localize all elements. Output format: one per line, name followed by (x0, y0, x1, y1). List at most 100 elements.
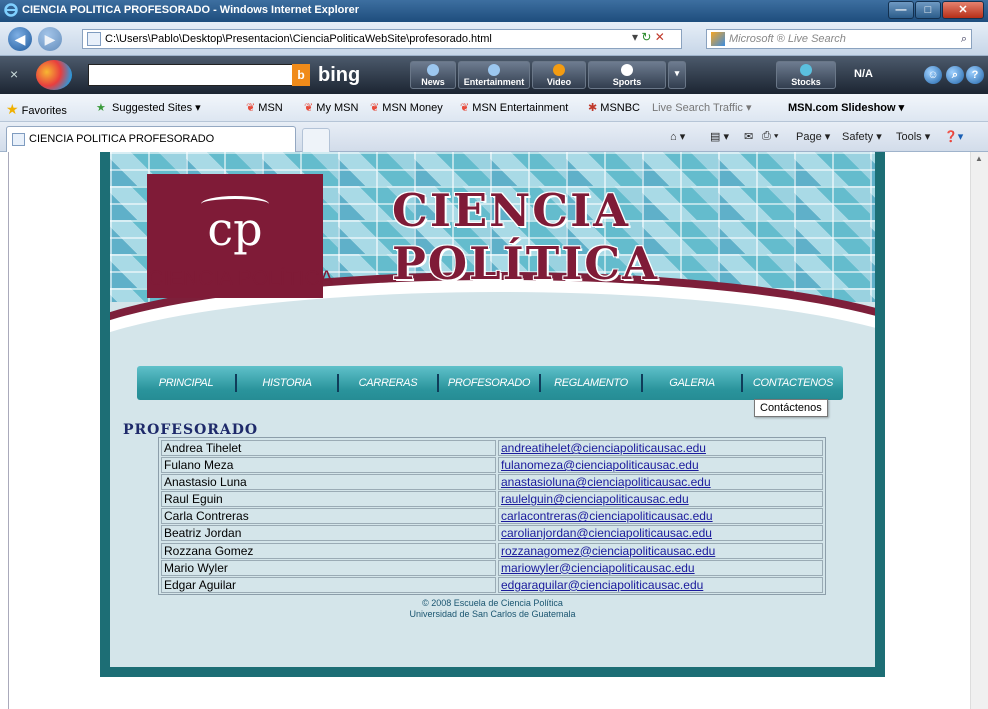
professor-name: Carla Contreras (161, 508, 496, 525)
tab-bar: CIENCIA POLITICA PROFESORADO ⌂ ▾ ▤ ▾ ✉ ⎙… (0, 122, 988, 152)
banner-title: CIENCIA POLÍTICA (392, 184, 659, 290)
vertical-scrollbar[interactable]: ▲ (970, 152, 988, 709)
msn-link[interactable]: ❦ MSN (246, 101, 283, 114)
live-search-input[interactable]: Microsoft ® Live Search ⌕ (706, 29, 972, 49)
table-row: Mario Wyler mariowyler@cienciapoliticausa… (160, 559, 824, 576)
bing-search-button[interactable]: b (292, 64, 310, 86)
menu-item-contactenos[interactable]: CONTACTENOS (743, 366, 843, 400)
professor-name: Beatriz Jordan (161, 525, 496, 542)
dropdown-arrow-icon[interactable]: ▾ (632, 30, 638, 44)
menu-item-carreras[interactable]: CARRERAS (339, 366, 437, 400)
table-row: Edgar Aguilar edgaraguilar@cienciapolitic… (160, 576, 824, 593)
professor-name: Rozzana Gomez (161, 542, 496, 559)
msn-slideshow-link[interactable]: MSN.com Slideshow ▾ (788, 101, 904, 114)
professor-email-link[interactable]: rozzanagomez@cienciapoliticausac.edu (497, 542, 823, 559)
professor-name: Edgar Aguilar (161, 576, 496, 593)
maximize-button[interactable]: □ (915, 1, 941, 19)
page-menu[interactable]: Page ▾ (796, 130, 830, 143)
msn-entertainment-link[interactable]: ❦ MSN Entertainment (460, 101, 568, 114)
home-icon[interactable]: ⌂ ▾ (670, 130, 685, 143)
entertainment-button[interactable]: Entertainment (458, 61, 530, 89)
professor-email-link[interactable]: mariowyler@cienciapoliticausac.edu (497, 559, 823, 576)
safety-menu[interactable]: Safety ▾ (842, 130, 882, 143)
professor-email-link[interactable]: anastasioluna@cienciapoliticausac.edu (497, 474, 823, 491)
site-footer: © 2008 Escuela de Ciencia Política Unive… (110, 598, 875, 620)
tools-menu[interactable]: Tools ▾ (896, 130, 930, 143)
ie-logo-icon (4, 3, 18, 17)
print-icon[interactable]: ⎙ ▾ (762, 130, 778, 143)
refresh-button[interactable]: ↻ (641, 30, 651, 44)
help-icon[interactable]: ? (966, 66, 984, 84)
search-icon[interactable]: ⌕ (961, 30, 967, 48)
star-icon: ★ (6, 101, 19, 117)
add-favorite-icon[interactable]: ★ (96, 101, 106, 114)
menu-item-galeria[interactable]: GALERIA (643, 366, 741, 400)
mail-icon[interactable]: ✉ (744, 130, 753, 143)
scroll-up-icon[interactable]: ▲ (975, 154, 983, 163)
feeds-icon[interactable]: ▤ ▾ (710, 130, 729, 143)
help-menu-icon[interactable]: ❓▾ (944, 130, 963, 143)
url-input[interactable]: C:\Users\Pablo\Desktop\Presentacion\Cien… (82, 29, 682, 49)
entertainment-icon (488, 64, 500, 76)
msn-money-link[interactable]: ❦ MSN Money (370, 101, 443, 114)
new-tab-button[interactable] (302, 128, 330, 152)
news-button-label: News (421, 77, 445, 87)
professor-name: Raul Eguin (161, 491, 496, 508)
toolbar-search-icon[interactable]: ⌕ (946, 66, 964, 84)
close-button[interactable]: ✕ (942, 1, 984, 19)
menu-tooltip: Contáctenos (754, 399, 828, 417)
menu-item-historia[interactable]: HISTORIA (237, 366, 337, 400)
close-toolbar-button[interactable]: × (10, 66, 18, 82)
table-row: Rozzana Gomez rozzanagomez@cienciapolitic… (160, 542, 824, 559)
stocks-button[interactable]: Stocks (776, 61, 836, 89)
favorites-label: Favorites (21, 105, 67, 117)
minimize-button[interactable]: — (888, 1, 914, 19)
professor-email-link[interactable]: edgaraguilar@cienciapoliticausac.edu (497, 576, 823, 593)
msnbc-link-label: MSNBC (600, 102, 641, 114)
msn-butterfly-icon[interactable] (36, 60, 72, 90)
msn-link-label: MSN (258, 102, 283, 114)
tab-active[interactable]: CIENCIA POLITICA PROFESORADO (6, 126, 296, 152)
menu-item-reglamento[interactable]: REGLAMENTO (541, 366, 641, 400)
msn-slideshow-link-label: MSN.com Slideshow ▾ (788, 102, 905, 114)
professor-email-link[interactable]: fulanomeza@cienciapoliticausac.edu (497, 457, 823, 474)
more-buttons-dropdown[interactable]: ▾ (668, 61, 686, 89)
checkmark-icon (800, 64, 812, 76)
msnbc-link[interactable]: ✱ MSNBC (588, 101, 640, 114)
table-row: Anastasio Luna anastasioluna@cienciapolit… (160, 473, 824, 491)
footer-university: Universidad de San Carlos de Guatemala (409, 609, 576, 619)
live-search-traffic-link[interactable]: Live Search Traffic ▾ (652, 101, 751, 114)
video-button-label: Video (546, 77, 572, 87)
stop-button[interactable]: ✕ (655, 30, 665, 44)
news-button[interactable]: News (410, 61, 456, 89)
bing-logo[interactable]: bing (318, 64, 360, 87)
favorites-bar: ★ Favorites ★ Suggested Sites ▾ ❦ MSN ❦ … (0, 94, 988, 122)
sports-button[interactable]: Sports (588, 61, 666, 89)
msn-messenger-icon[interactable]: ☺ (924, 66, 942, 84)
professors-table: Andrea Tihelet andreatihelet@cienciapolit… (158, 437, 826, 595)
back-button[interactable]: ◀ (8, 27, 32, 51)
favorites-button[interactable]: ★ Favorites (6, 101, 67, 118)
news-icon (427, 64, 439, 76)
table-row: Carla Contreras carlacontreras@cienciapol… (160, 507, 824, 525)
live-search-placeholder: Microsoft ® Live Search (729, 33, 846, 45)
forward-button[interactable]: ▶ (38, 27, 62, 51)
menu-item-profesorado[interactable]: PROFESORADO (439, 366, 539, 400)
professor-name: Andrea Tihelet (161, 440, 496, 456)
footer-copyright: © 2008 Escuela de Ciencia Política (422, 598, 563, 608)
professor-email-link[interactable]: andreatihelet@cienciapoliticausac.edu (497, 440, 823, 456)
stock-value: N/A (854, 68, 873, 80)
video-button[interactable]: Video (532, 61, 586, 89)
menu-item-principal[interactable]: PRINCIPAL (137, 366, 235, 400)
site-frame: cp CIENCIA POLÍTICA CIENCIA POLÍTICA PRI… (100, 152, 885, 677)
professor-email-link[interactable]: carlacontreras@cienciapoliticausac.edu (497, 508, 823, 525)
table-row: Beatriz Jordan carolianjordan@cienciapoli… (160, 524, 824, 542)
professor-email-link[interactable]: carolianjordan@cienciapoliticausac.edu (497, 525, 823, 542)
my-msn-link[interactable]: ❦ My MSN (304, 101, 358, 114)
url-text: C:\Users\Pablo\Desktop\Presentacion\Cien… (105, 33, 492, 45)
entertainment-button-label: Entertainment (463, 77, 525, 87)
suggested-sites-link[interactable]: Suggested Sites ▾ (112, 101, 201, 114)
professor-email-link[interactable]: raulelguin@cienciapoliticausac.edu (497, 491, 823, 508)
msn-search-input[interactable] (88, 64, 294, 86)
my-msn-link-label: My MSN (316, 102, 359, 114)
